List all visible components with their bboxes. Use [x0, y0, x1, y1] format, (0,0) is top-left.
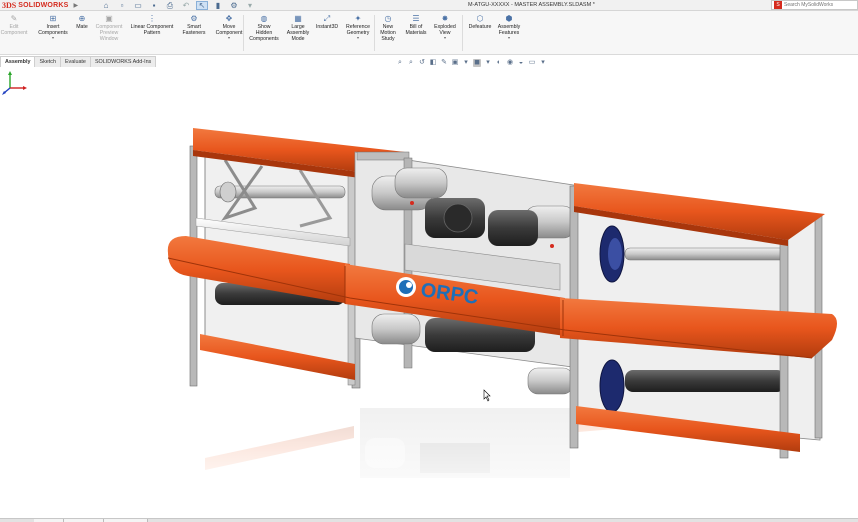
ribbon-button-label: Defeature: [468, 24, 492, 30]
smart-fasteners-icon: ⚙: [190, 14, 198, 23]
chevron-right-icon[interactable]: ▶: [73, 2, 78, 9]
search-box[interactable]: S: [771, 0, 858, 10]
customize-chevron-icon[interactable]: ▾: [244, 1, 256, 10]
dynamic-annotation-icon[interactable]: ✎: [440, 59, 448, 67]
insert-components-button[interactable]: ⊞ Insert Components ▾: [36, 14, 70, 40]
solidworks-search-icon: S: [774, 1, 782, 9]
print-icon[interactable]: ⎙: [164, 1, 176, 10]
insert-components-icon: ⊞: [49, 14, 57, 23]
bottom-tab-strip: [0, 518, 858, 522]
ribbon-button-label: Smart Fasteners: [182, 24, 206, 36]
dropdown-chevron-icon[interactable]: ▾: [357, 36, 359, 40]
ds-logo-mark: 3DS: [2, 1, 17, 10]
instant3d-button[interactable]: ⤢ Instant3D: [314, 14, 340, 30]
reference-geometry-button[interactable]: ✦ Reference Geometry ▾: [343, 14, 373, 40]
bill-of-materials-button[interactable]: ☰ Bill of Materials: [403, 14, 429, 36]
edit-component-icon: ✎: [10, 14, 18, 23]
linear-pattern-icon: ⋮: [148, 14, 156, 23]
edit-component-button[interactable]: ✎ Edit Component: [0, 14, 28, 36]
save-icon[interactable]: ▪: [148, 1, 160, 10]
quick-access-toolbar: ⌂ ▫ ▭ ▪ ⎙ ↶ ↖ ▮ ⚙ ▾: [100, 1, 256, 10]
show-hidden-icon: ◍: [260, 14, 268, 23]
dropdown-chevron-icon[interactable]: ▾: [508, 36, 510, 40]
component-preview-icon: ▣: [105, 14, 113, 23]
options-gear-icon[interactable]: ⚙: [228, 1, 240, 10]
title-bar: 3DS SOLIDWORKS ▶ ⌂ ▫ ▭ ▪ ⎙ ↶ ↖ ▮ ⚙ ▾ M-A…: [0, 0, 858, 11]
open-folder-icon[interactable]: ▭: [132, 1, 144, 10]
linear-pattern-button[interactable]: ⋮ Linear Component Pattern: [128, 14, 176, 36]
ribbon-button-label: Edit Component: [0, 24, 28, 36]
ribbon-separator: [243, 15, 244, 51]
previous-view-icon[interactable]: ↺: [418, 59, 426, 67]
defeature-icon: ⬡: [476, 14, 484, 23]
search-input[interactable]: [784, 2, 852, 8]
command-manager-ribbon: ✎ Edit Component ⊞ Insert Components ▾ ⊕ Mate ▣…: [0, 11, 858, 55]
ribbon-button-label: Component Preview Window: [95, 24, 123, 42]
reference-triad-icon[interactable]: [0, 68, 28, 96]
instant3d-icon: ⤢: [323, 14, 331, 23]
component-preview-button[interactable]: ▣ Component Preview Window: [92, 14, 126, 42]
edit-appearance-icon[interactable]: ◉: [506, 59, 514, 67]
exploded-view-icon: ✸: [441, 14, 449, 23]
zoom-to-fit-icon[interactable]: ⌕: [396, 59, 404, 67]
smart-fasteners-button[interactable]: ⚙ Smart Fasteners: [180, 14, 208, 36]
assembly-features-button[interactable]: ⬢ Assembly Features ▾: [496, 14, 522, 40]
command-manager-tabs: Assembly Sketch Evaluate SOLIDWORKS Add-…: [0, 56, 157, 67]
tab-evaluate[interactable]: Evaluate: [59, 56, 91, 67]
ribbon-button-label: Bill of Materials: [405, 24, 427, 36]
move-component-button[interactable]: ✥ Move Component ▾: [214, 14, 244, 40]
bill-of-materials-icon: ☰: [412, 14, 420, 23]
dropdown-chevron-icon[interactable]: ▾: [228, 36, 230, 40]
reference-geometry-icon: ✦: [354, 14, 362, 23]
hide-show-items-icon[interactable]: ◐: [495, 59, 503, 67]
solidworks-logo[interactable]: 3DS SOLIDWORKS ▶: [2, 0, 98, 11]
dropdown-chevron-icon[interactable]: ▾: [52, 36, 54, 40]
tab-assembly[interactable]: Assembly: [0, 56, 36, 67]
view-orientation-icon[interactable]: ▣: [451, 59, 459, 67]
apply-scene-icon[interactable]: ◒: [517, 59, 525, 67]
ribbon-separator: [462, 15, 463, 51]
ribbon-button-label: Mate: [76, 24, 88, 30]
ribbon-button-label: Show Hidden Components: [249, 24, 279, 42]
exploded-view-button[interactable]: ✸ Exploded View ▾: [431, 14, 459, 40]
ribbon-separator: [374, 15, 375, 51]
graphics-area[interactable]: ORPC: [0, 68, 858, 518]
undo-icon[interactable]: ↶: [180, 1, 192, 10]
tab-add-ins[interactable]: SOLIDWORKS Add-Ins: [89, 56, 157, 67]
ribbon-button-label: Large Assembly Mode: [286, 24, 310, 42]
large-assembly-button[interactable]: ▦ Large Assembly Mode: [284, 14, 312, 42]
home-icon[interactable]: ⌂: [100, 1, 112, 10]
ribbon-button-label: New Motion Study: [380, 24, 396, 42]
select-arrow-icon[interactable]: ↖: [196, 1, 208, 10]
view-orientation-dropdown-icon[interactable]: ▾: [462, 59, 470, 67]
large-assembly-icon: ▦: [294, 14, 302, 23]
ribbon-button-label: Instant3D: [315, 24, 339, 30]
view-settings-icon[interactable]: ▭: [528, 59, 536, 67]
view-settings-dropdown-icon[interactable]: ▾: [539, 59, 547, 67]
document-title: M-ATGU-XXXXX - MASTER ASSEMBLY.SLDASM *: [468, 2, 595, 8]
motion-study-button[interactable]: ◷ New Motion Study: [377, 14, 399, 42]
display-style-dropdown-icon[interactable]: ▾: [484, 59, 492, 67]
assembly-model[interactable]: ORPC: [0, 68, 858, 518]
ribbon-button-label: Linear Component Pattern: [130, 24, 174, 36]
motion-study-icon: ◷: [384, 14, 392, 23]
section-view-icon[interactable]: ◧: [429, 59, 437, 67]
mate-icon: ⊕: [78, 14, 86, 23]
dropdown-chevron-icon[interactable]: ▾: [444, 36, 446, 40]
new-document-icon[interactable]: ▫: [116, 1, 128, 10]
move-component-icon: ✥: [225, 14, 233, 23]
assembly-features-icon: ⬢: [505, 14, 513, 23]
defeature-button[interactable]: ⬡ Defeature: [466, 14, 494, 30]
zoom-to-area-icon[interactable]: ⌕: [407, 59, 415, 67]
show-hidden-button[interactable]: ◍ Show Hidden Components: [246, 14, 282, 42]
brand-name: SOLIDWORKS: [18, 2, 69, 9]
tab-sketch[interactable]: Sketch: [34, 56, 61, 67]
heads-up-view-toolbar: ⌕ ⌕ ↺ ◧ ✎ ▣ ▾ ◼ ▾ ◐ ◉ ◒ ▭ ▾: [396, 58, 547, 68]
mate-button[interactable]: ⊕ Mate: [74, 14, 90, 30]
traffic-light-icon[interactable]: ▮: [212, 1, 224, 10]
display-style-icon[interactable]: ◼: [473, 59, 481, 67]
